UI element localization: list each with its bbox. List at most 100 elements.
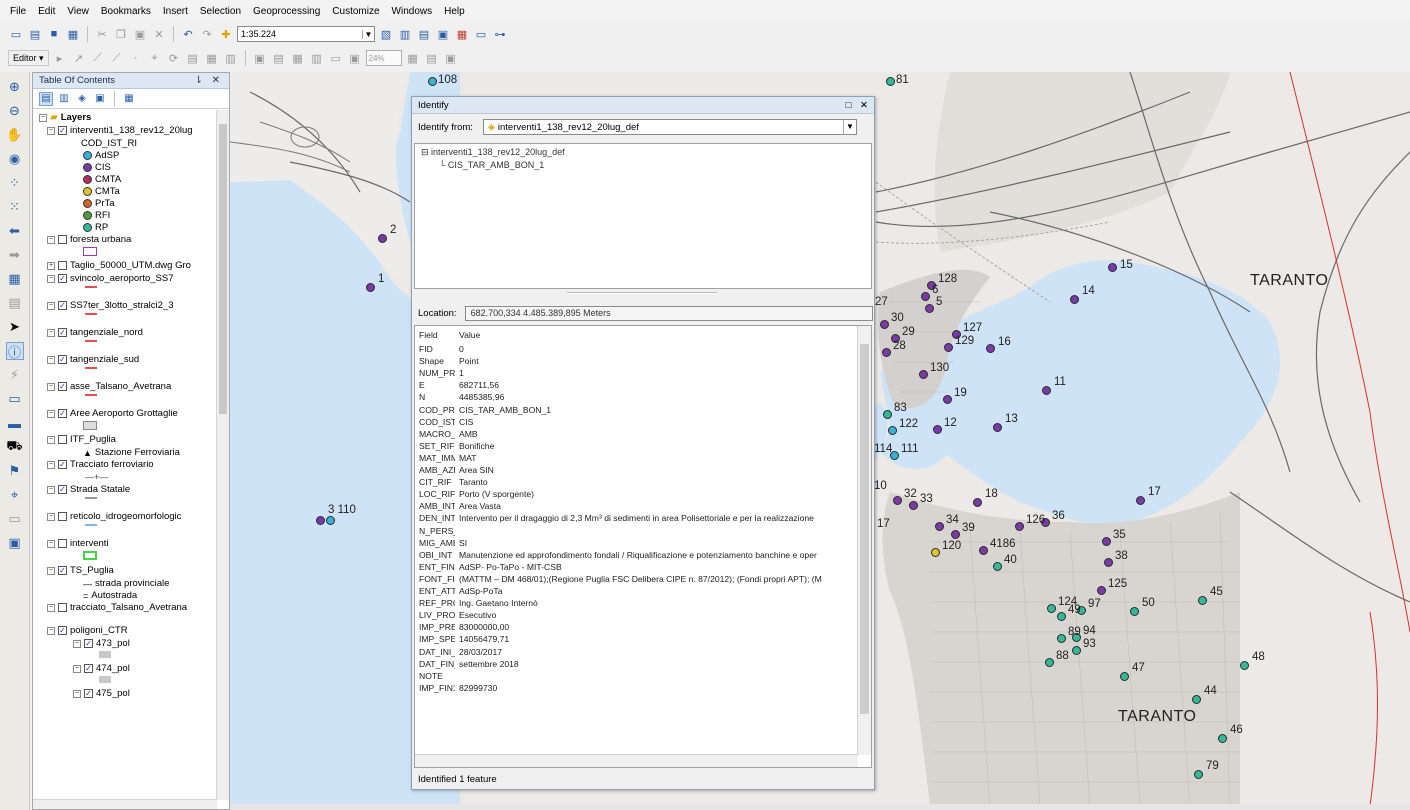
attribute-row[interactable]: FONT_FIN (MATTM – DM 468/01);(Regione Pug… <box>415 573 858 585</box>
map-point-marker[interactable] <box>326 516 335 525</box>
collapse-icon[interactable]: − <box>47 126 55 135</box>
edit-annotation-icon[interactable]: ↗ <box>71 50 87 66</box>
grid-horizontal-scrollbar[interactable] <box>415 754 858 767</box>
map-point-marker[interactable] <box>1097 586 1106 595</box>
layer-visibility-checkbox[interactable] <box>58 235 67 244</box>
layer-visibility-checkbox[interactable]: ✓ <box>58 626 67 635</box>
toc-layer[interactable]: − ✓ TS_Puglia <box>47 565 114 576</box>
map-point-marker[interactable] <box>880 320 889 329</box>
map-point-marker[interactable] <box>1104 558 1113 567</box>
map-point-marker[interactable] <box>428 77 437 86</box>
focus-frame-icon[interactable]: ▣ <box>443 50 459 66</box>
map-point-marker[interactable] <box>1102 537 1111 546</box>
paste-icon[interactable]: ▣ <box>132 26 148 42</box>
collapse-icon[interactable]: − <box>47 435 55 444</box>
menu-selection[interactable]: Selection <box>200 6 241 17</box>
menu-help[interactable]: Help <box>444 6 465 17</box>
toc-layer[interactable]: − ITF_Puglia <box>47 434 116 445</box>
collapse-icon[interactable]: − <box>47 409 55 418</box>
menu-insert[interactable]: Insert <box>163 6 188 17</box>
map-point-marker[interactable] <box>1057 612 1066 621</box>
attribute-row[interactable]: COD_IST_RI CIS <box>415 416 858 428</box>
zoom-page-icon[interactable]: ▣ <box>347 50 363 66</box>
attribute-row[interactable]: FID 0 <box>415 343 858 355</box>
map-point-marker[interactable] <box>909 501 918 510</box>
splitter-grip[interactable] <box>567 292 717 294</box>
layout-zoom-select[interactable]: 24% <box>365 50 402 66</box>
sketch-properties-icon[interactable]: ▦ <box>204 50 220 66</box>
attribute-row[interactable]: DAT_FIN_LA settembre 2018 <box>415 658 858 670</box>
model-builder-icon[interactable]: ⊶ <box>492 26 508 42</box>
collapse-icon[interactable]: − <box>73 664 81 673</box>
map-point-marker[interactable] <box>378 234 387 243</box>
attribute-row[interactable]: REF_PRO Ing. Gaetano Internò <box>415 597 858 609</box>
search-window-icon[interactable]: ▣ <box>435 26 451 42</box>
python-window-icon[interactable]: ▭ <box>473 26 489 42</box>
hyperlink-icon[interactable]: ⚡ <box>6 366 24 384</box>
collapse-icon[interactable]: − <box>47 512 55 521</box>
layer-visibility-checkbox[interactable]: ✓ <box>58 355 67 364</box>
map-point-marker[interactable] <box>1042 386 1051 395</box>
scroll-thumb[interactable] <box>219 124 227 414</box>
back-extent-icon[interactable]: ⬅ <box>6 222 24 240</box>
map-point-marker[interactable] <box>933 425 942 434</box>
toc-layer[interactable]: − foresta urbana <box>47 234 131 245</box>
map-point-marker[interactable] <box>919 370 928 379</box>
attribute-row[interactable]: ENT_ATT AdSp-PoTa <box>415 585 858 597</box>
layer-visibility-checkbox[interactable]: ✓ <box>58 382 67 391</box>
map-point-marker[interactable] <box>943 395 952 404</box>
collapse-icon[interactable]: − <box>39 113 47 122</box>
attribute-row[interactable]: DEN_INT Intervento per il dragaggio di 2,… <box>415 512 858 524</box>
toc-sublayer[interactable]: − ✓ 475_pol <box>73 688 130 699</box>
grid-vertical-scrollbar[interactable] <box>857 326 871 755</box>
map-point-marker[interactable] <box>888 426 897 435</box>
attribute-row[interactable]: IMP_PRE 83000000,00 <box>415 621 858 633</box>
toc-layer[interactable]: − ✓ interventi1_138_rev12_20lug <box>47 125 193 136</box>
map-point-marker[interactable] <box>1120 672 1129 681</box>
toc-data-frame[interactable]: − ▰ Layers <box>39 112 91 123</box>
layout-icon[interactable]: ▤ <box>271 50 287 66</box>
toc-layer[interactable]: − ✓ Strada Statale <box>47 484 130 495</box>
layer-visibility-checkbox[interactable] <box>58 539 67 548</box>
toc-layer[interactable]: − ✓ Tracciato ferroviario <box>47 459 154 470</box>
map-point-marker[interactable] <box>1015 522 1024 531</box>
full-extent-icon[interactable]: ◉ <box>6 150 24 168</box>
trace-icon[interactable]: ⟋ <box>109 50 125 66</box>
toc-layer[interactable]: − interventi <box>47 538 109 549</box>
attribute-row[interactable]: E 682711,56 <box>415 379 858 391</box>
rotate-icon[interactable]: ⟳ <box>166 50 182 66</box>
menu-geoprocessing[interactable]: Geoprocessing <box>253 6 320 17</box>
map-point-marker[interactable] <box>893 496 902 505</box>
toc-layer[interactable]: − ✓ Aree Aeroporto Grottaglie <box>47 408 178 419</box>
map-point-marker[interactable] <box>1218 734 1227 743</box>
layer-visibility-checkbox[interactable]: ✓ <box>58 274 67 283</box>
map-point-marker[interactable] <box>1047 604 1056 613</box>
map-point-marker[interactable] <box>935 522 944 531</box>
create-viewer-icon[interactable]: ▣ <box>6 534 24 552</box>
undo-icon[interactable]: ↶ <box>180 26 196 42</box>
expand-icon[interactable]: + <box>47 261 55 270</box>
list-by-selection-icon[interactable]: ▣ <box>93 92 107 106</box>
copy-icon[interactable]: ❐ <box>113 26 129 42</box>
page-icon[interactable]: ▭ <box>328 50 344 66</box>
map-point-marker[interactable] <box>993 423 1002 432</box>
map-point-marker[interactable] <box>1130 607 1139 616</box>
redo-icon[interactable]: ↷ <box>199 26 215 42</box>
attribute-row[interactable]: NUM_PROG 1 <box>415 367 858 379</box>
toc-window-icon[interactable]: ▥ <box>397 26 413 42</box>
attribute-row[interactable]: IMP_FIN1 82999730 <box>415 682 858 694</box>
go-to-xy-icon[interactable]: ⌖ <box>6 486 24 504</box>
map-point-marker[interactable] <box>951 530 960 539</box>
map-point-marker[interactable] <box>979 546 988 555</box>
map-point-marker[interactable] <box>1108 263 1117 272</box>
map-point-marker[interactable] <box>931 548 940 557</box>
menu-view[interactable]: View <box>67 6 89 17</box>
point-icon[interactable]: · <box>128 50 144 66</box>
edit-tool-icon[interactable]: ▸ <box>52 50 68 66</box>
zoom-in-icon[interactable]: ⊕ <box>6 78 24 96</box>
layer-visibility-checkbox[interactable]: ✓ <box>58 485 67 494</box>
menu-file[interactable]: File <box>10 6 26 17</box>
menu-customize[interactable]: Customize <box>332 6 379 17</box>
georef-icon[interactable]: ▣ <box>252 50 268 66</box>
toc-sublayer[interactable]: − ✓ 473_pol <box>73 638 130 649</box>
